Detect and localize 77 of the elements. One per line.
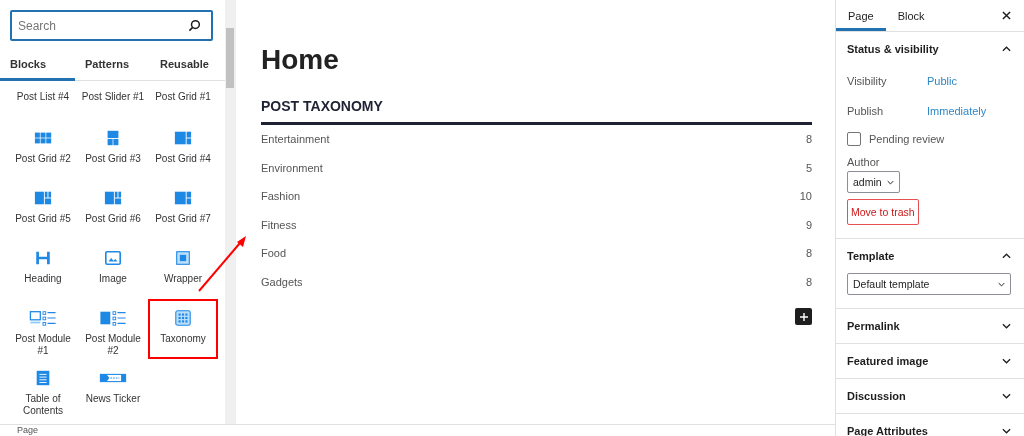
dot-grid-icon bbox=[174, 309, 192, 327]
chevron-icon bbox=[1002, 428, 1011, 434]
term-name: Environment bbox=[261, 161, 323, 174]
block-item[interactable]: News Ticker bbox=[78, 359, 148, 419]
checkbox[interactable] bbox=[847, 132, 861, 146]
setting-link[interactable]: Immediately bbox=[927, 105, 987, 117]
inserter-tab[interactable]: Reusable bbox=[150, 49, 225, 81]
block-item[interactable]: Heading bbox=[8, 239, 78, 299]
template-select[interactable]: Default template bbox=[847, 273, 1011, 295]
author-select[interactable]: admin bbox=[847, 171, 900, 193]
block-item[interactable]: Post List #4 bbox=[8, 89, 78, 119]
image-icon bbox=[104, 249, 122, 267]
section-toggle[interactable]: Status & visibility bbox=[836, 32, 1024, 66]
term-name: Fitness bbox=[261, 218, 297, 231]
inserter-tab[interactable]: Blocks bbox=[0, 49, 75, 81]
block-item[interactable]: Table of Contents bbox=[8, 359, 78, 419]
block-item[interactable]: Post Grid #3 bbox=[78, 119, 148, 179]
heading-icon bbox=[34, 249, 52, 267]
chevron-icon bbox=[1002, 323, 1011, 329]
term-name: Gadgets bbox=[261, 275, 303, 288]
list-icon bbox=[34, 369, 52, 387]
chevron-icon bbox=[886, 179, 894, 185]
block-item[interactable]: Post Grid #6 bbox=[78, 179, 148, 239]
sidebar-tab[interactable]: Page bbox=[836, 0, 886, 31]
field-label: Publish bbox=[847, 105, 885, 117]
search-icon bbox=[188, 19, 201, 32]
term-count: 8 bbox=[805, 247, 812, 260]
block-item[interactable]: Post Module #1 bbox=[8, 299, 78, 359]
grid-icon bbox=[104, 189, 122, 207]
inserter-tab[interactable]: Patterns bbox=[75, 49, 150, 81]
scrollbar[interactable] bbox=[225, 0, 235, 424]
term-count: 9 bbox=[805, 218, 812, 231]
block-item[interactable]: Post Grid #1 bbox=[148, 89, 218, 119]
block-item[interactable]: Post Grid #4 bbox=[148, 119, 218, 179]
section-toggle[interactable]: Template bbox=[836, 239, 1024, 273]
block-item[interactable]: Wrapper bbox=[148, 239, 218, 299]
list-icon bbox=[99, 309, 127, 327]
block-item[interactable]: Taxonomy bbox=[148, 299, 218, 359]
section-toggle[interactable]: Discussion bbox=[836, 379, 1024, 413]
list-icon bbox=[29, 309, 57, 327]
grid-icon bbox=[34, 189, 52, 207]
close-icon[interactable] bbox=[1002, 11, 1011, 20]
block-item[interactable]: Post Module #2 bbox=[78, 299, 148, 359]
plus-icon bbox=[798, 311, 809, 322]
block-item[interactable]: Image bbox=[78, 239, 148, 299]
chevron-icon bbox=[1002, 358, 1011, 364]
page-title: Home bbox=[261, 44, 340, 76]
section-toggle[interactable]: Permalink bbox=[836, 309, 1024, 343]
add-block-button[interactable] bbox=[795, 308, 812, 325]
term-name: Food bbox=[261, 247, 287, 260]
term-count: 5 bbox=[805, 161, 812, 174]
sidebar-tab[interactable]: Block bbox=[885, 0, 937, 31]
block-item[interactable]: Post Slider #1 bbox=[78, 89, 148, 119]
field-label: Visibility bbox=[847, 75, 888, 87]
chevron-icon bbox=[1002, 393, 1011, 399]
term-count: 10 bbox=[799, 190, 812, 203]
checkbox-label: Pending review bbox=[869, 133, 945, 145]
chevron-icon bbox=[998, 281, 1005, 287]
chevron-icon bbox=[1002, 46, 1011, 52]
term-name: Fashion bbox=[261, 190, 301, 203]
term-name: Entertainment bbox=[261, 133, 330, 146]
section-toggle[interactable]: Featured image bbox=[836, 344, 1024, 378]
term-count: 8 bbox=[805, 275, 812, 288]
breadcrumb[interactable]: Page bbox=[17, 425, 39, 435]
block-item[interactable]: Post Grid #5 bbox=[8, 179, 78, 239]
block-item[interactable]: Post Grid #7 bbox=[148, 179, 218, 239]
field-label: Author bbox=[847, 156, 881, 168]
chevron-icon bbox=[1002, 253, 1011, 259]
setting-link[interactable]: Public bbox=[927, 75, 957, 87]
block-item[interactable]: Post Grid #2 bbox=[8, 119, 78, 179]
grid-icon bbox=[174, 189, 192, 207]
wrapper-icon bbox=[174, 249, 192, 267]
term-count: 8 bbox=[805, 133, 812, 146]
block-heading: POST TAXONOMY bbox=[261, 98, 812, 125]
trash-button[interactable]: Move to trash bbox=[847, 199, 919, 225]
search-field[interactable]: Search bbox=[10, 10, 213, 41]
grid-icon bbox=[174, 129, 192, 147]
